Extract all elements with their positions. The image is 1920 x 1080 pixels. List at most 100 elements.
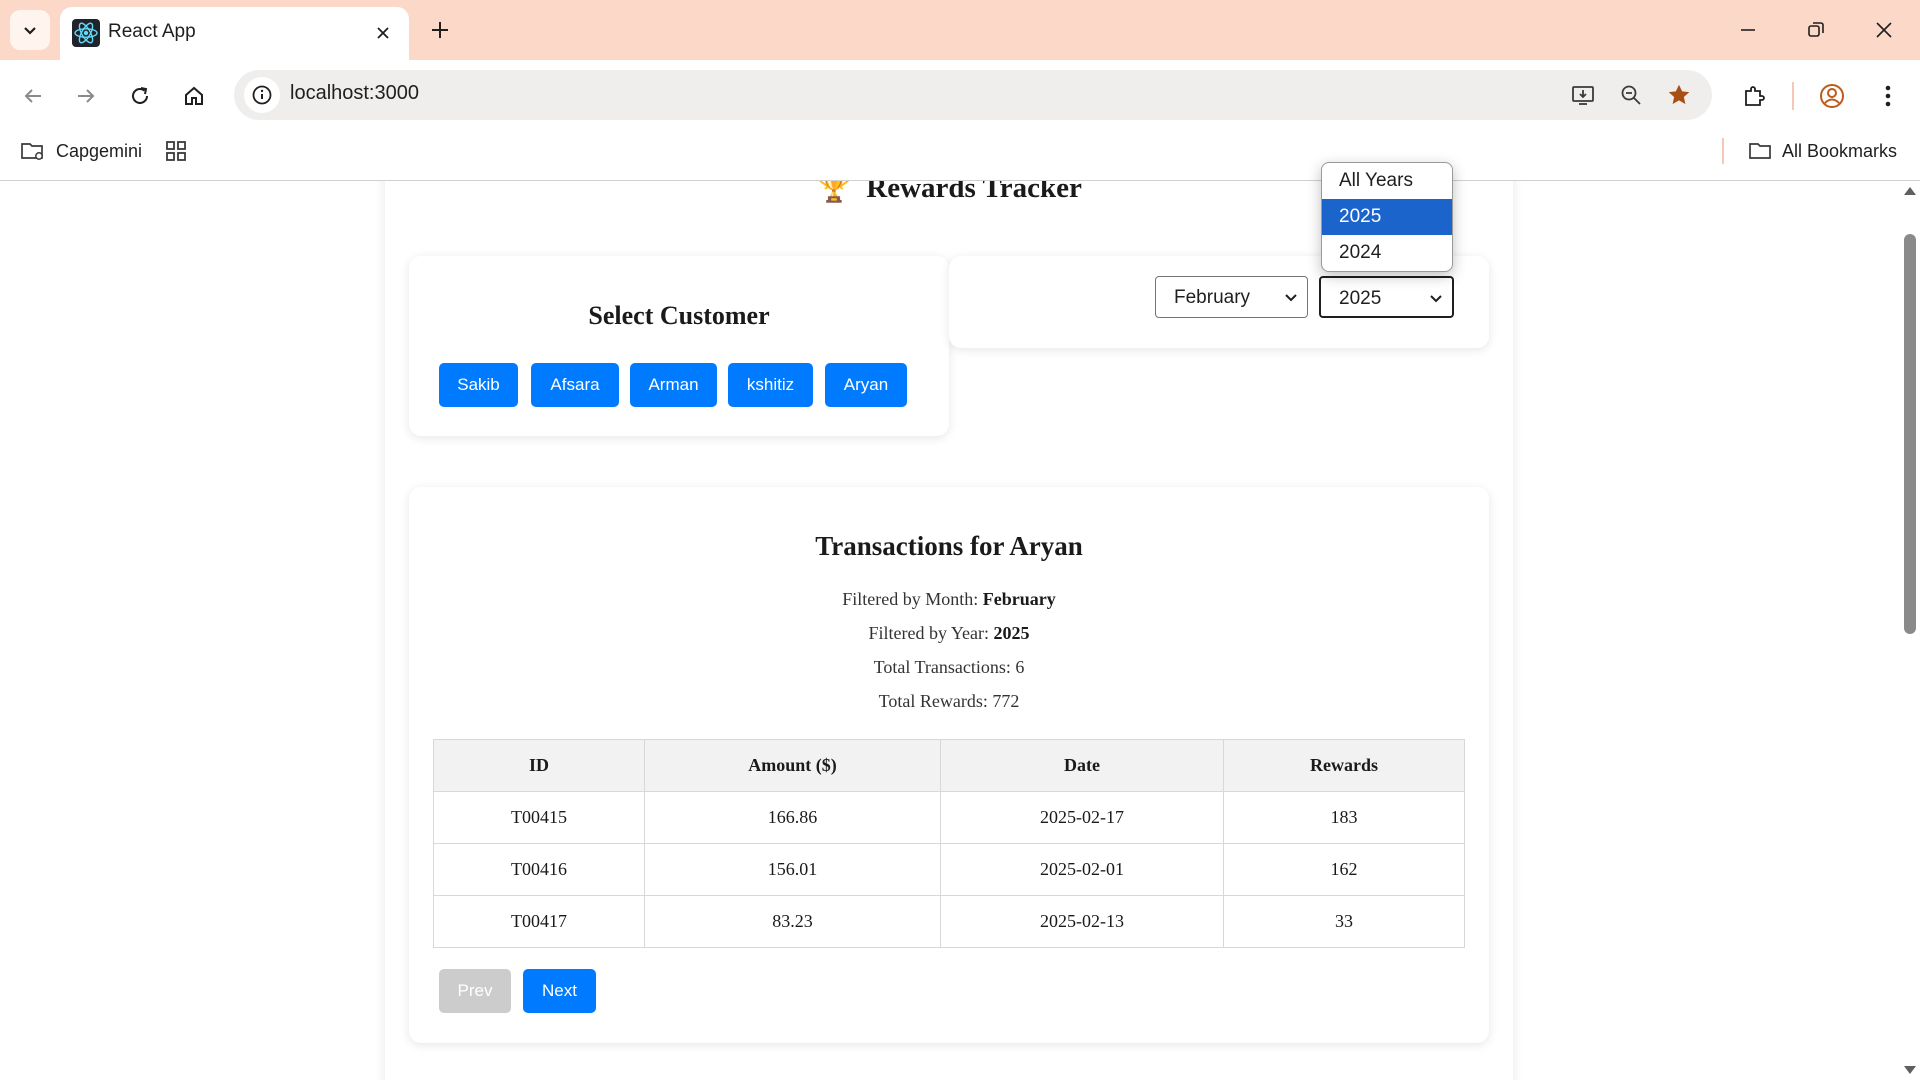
zoom-button[interactable] xyxy=(1614,78,1648,112)
year-dropdown-list: All Years 2025 2024 xyxy=(1321,162,1453,272)
info-icon xyxy=(252,85,272,105)
close-icon xyxy=(377,27,389,39)
browser-tab[interactable]: React App xyxy=(60,7,409,60)
apps-grid-icon xyxy=(166,141,186,161)
customer-button-sakib[interactable]: Sakib xyxy=(439,363,518,407)
close-icon xyxy=(1876,22,1892,38)
forward-button[interactable] xyxy=(66,76,106,116)
menu-button[interactable] xyxy=(1868,76,1908,116)
folder-gear-icon xyxy=(21,143,43,160)
tab-search-button[interactable] xyxy=(10,10,50,50)
reload-button[interactable] xyxy=(120,76,160,116)
year-option-2025[interactable]: 2025 xyxy=(1322,199,1452,235)
year-select-value: 2025 xyxy=(1339,288,1382,309)
cell-amount: 166.86 xyxy=(644,791,941,844)
reload-icon xyxy=(132,87,148,104)
filter-year-line: Filtered by Year: 2025 xyxy=(409,623,1489,644)
minimize-button[interactable] xyxy=(1714,0,1782,60)
customer-card-title: Select Customer xyxy=(588,301,770,330)
puzzle-icon xyxy=(1745,86,1765,106)
filter-month-value: February xyxy=(982,589,1056,609)
page-viewport: 🏆 Rewards Tracker Select Customer Sakib A… xyxy=(0,181,1900,1080)
restore-icon xyxy=(1808,22,1824,37)
scroll-down-arrow-icon[interactable] xyxy=(1904,1066,1916,1074)
back-button[interactable] xyxy=(13,76,53,116)
prev-button[interactable]: Prev xyxy=(439,969,511,1013)
install-app-button[interactable] xyxy=(1566,78,1600,112)
home-icon xyxy=(185,86,203,105)
zoom-out-icon xyxy=(1621,85,1641,105)
customer-button-kshitiz[interactable]: kshitiz xyxy=(728,363,813,407)
column-header-amount: Amount ($) xyxy=(644,739,941,792)
cell-rewards: 33 xyxy=(1223,895,1465,948)
table-row: T00416 156.01 2025-02-01 162 xyxy=(433,843,1465,896)
react-logo-icon xyxy=(72,19,100,47)
chevron-down-icon xyxy=(1430,295,1442,303)
customer-button-group: Sakib Afsara Arman kshitiz Aryan xyxy=(439,363,939,407)
year-option-label: 2025 xyxy=(1339,206,1382,227)
arrow-left-icon xyxy=(24,89,41,103)
transactions-table: ID Amount ($) Date Rewards T00415 166.86… xyxy=(433,739,1465,948)
site-info-button[interactable] xyxy=(244,77,280,113)
chevron-down-icon xyxy=(24,27,36,35)
customer-card: Select Customer Sakib Afsara Arman kshit… xyxy=(409,256,949,436)
bookmark-label: Capgemini xyxy=(56,140,143,161)
star-icon xyxy=(1668,84,1690,105)
url-text: localhost:3000 xyxy=(290,82,419,104)
all-bookmarks-button[interactable]: All Bookmarks xyxy=(1748,136,1897,166)
minimize-icon xyxy=(1741,29,1755,31)
year-option-label: All Years xyxy=(1339,170,1413,191)
customer-button-aryan[interactable]: Aryan xyxy=(825,363,907,407)
bookmarks-separator xyxy=(1722,138,1724,164)
browser-toolbar: localhost:3000 Capgemini All Bookmarks xyxy=(0,60,1920,190)
tab-close-button[interactable] xyxy=(369,19,397,47)
column-header-id: ID xyxy=(433,739,645,792)
year-option-2024[interactable]: 2024 xyxy=(1322,235,1452,271)
extensions-button[interactable] xyxy=(1734,76,1774,116)
bookmark-capgemini[interactable]: Capgemini xyxy=(20,136,142,166)
cell-id: T00415 xyxy=(433,791,645,844)
filter-year-label: Filtered by Year: xyxy=(868,623,990,643)
install-icon xyxy=(1572,86,1594,105)
year-option-all[interactable]: All Years xyxy=(1322,163,1452,199)
profile-icon xyxy=(1820,84,1844,108)
customer-button-afsara[interactable]: Afsara xyxy=(531,363,619,407)
next-button[interactable]: Next xyxy=(523,969,596,1013)
page-title-text: Rewards Tracker xyxy=(866,181,1082,204)
month-select-value: February xyxy=(1174,287,1251,308)
bookmarks-bar: Capgemini All Bookmarks xyxy=(0,130,1920,170)
cell-rewards: 183 xyxy=(1223,791,1465,844)
cell-date: 2025-02-01 xyxy=(940,843,1224,896)
more-vertical-icon xyxy=(1885,85,1891,107)
cell-date: 2025-02-17 xyxy=(940,791,1224,844)
table-row: T00417 83.23 2025-02-13 33 xyxy=(433,895,1465,948)
bookmark-star-button[interactable] xyxy=(1662,78,1696,112)
month-select[interactable]: February xyxy=(1155,276,1308,318)
filter-month-line: Filtered by Month: February xyxy=(409,589,1489,610)
plus-icon xyxy=(432,22,448,38)
page-scrollbar[interactable] xyxy=(1900,181,1920,1080)
cell-amount: 83.23 xyxy=(644,895,941,948)
chevron-down-icon xyxy=(1285,294,1297,302)
scroll-up-arrow-icon[interactable] xyxy=(1904,187,1916,195)
transactions-title: Transactions for Aryan xyxy=(815,531,1083,561)
scrollbar-thumb[interactable] xyxy=(1904,234,1916,634)
bookmark-apps[interactable] xyxy=(165,136,187,166)
filter-month-label: Filtered by Month: xyxy=(842,589,979,609)
restore-button[interactable] xyxy=(1782,0,1850,60)
trophy-icon: 🏆 xyxy=(816,181,853,204)
table-header-row: ID Amount ($) Date Rewards xyxy=(433,739,1465,792)
close-window-button[interactable] xyxy=(1850,0,1918,60)
toolbar-separator xyxy=(1792,82,1794,110)
transactions-card: Transactions for Aryan Filtered by Month… xyxy=(409,487,1489,1043)
customer-button-arman[interactable]: Arman xyxy=(630,363,717,407)
cell-id: T00417 xyxy=(433,895,645,948)
profile-button[interactable] xyxy=(1812,76,1852,116)
home-button[interactable] xyxy=(174,76,214,116)
year-select[interactable]: 2025 xyxy=(1319,276,1454,318)
cell-date: 2025-02-13 xyxy=(940,895,1224,948)
tab-title: React App xyxy=(108,21,196,42)
new-tab-button[interactable] xyxy=(420,10,460,50)
tab-strip: React App xyxy=(0,0,1920,60)
address-bar[interactable]: localhost:3000 xyxy=(234,70,1712,120)
